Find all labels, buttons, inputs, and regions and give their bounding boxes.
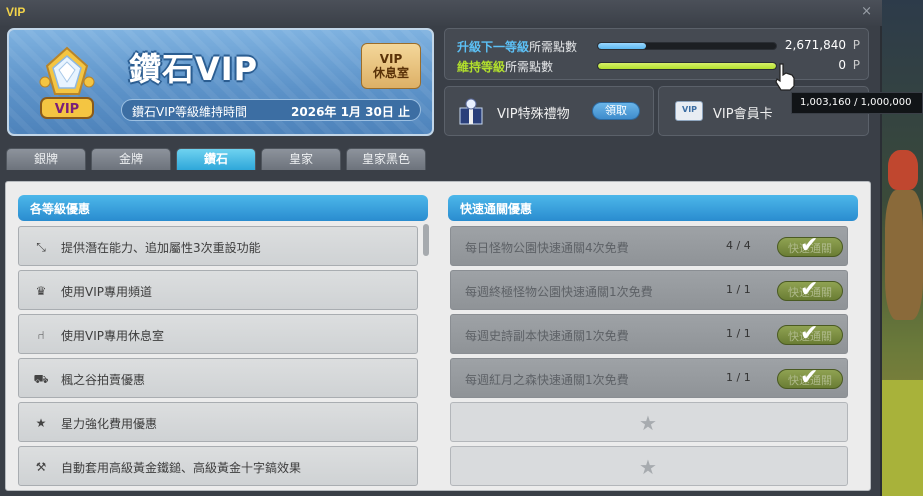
- points-tooltip: 1,003,160 / 1,000,000: [791, 92, 923, 114]
- fast-pass-item: 每日怪物公園快速通關4次免費 4 / 4 快速通關 ✔: [450, 226, 848, 266]
- maintain-points-row: 維持等級所需點數 0 P: [457, 58, 862, 74]
- upgrade-points-value: 2,671,840: [784, 38, 846, 52]
- crown-icon: ♛: [35, 284, 47, 298]
- tab-royal-black[interactable]: 皇家黑色: [346, 148, 426, 170]
- potential-reset-icon: ⤡: [36, 240, 46, 254]
- upgrade-label-highlight: 升級下一等級: [457, 40, 530, 54]
- fast-pass-text: 每週紅月之森快速通關1次免費: [465, 373, 629, 387]
- upgrade-label-rest: 所需點數: [529, 40, 578, 54]
- scrollbar-thumb[interactable]: [423, 224, 429, 256]
- fast-pass-item: 每週紅月之森快速通關1次免費 1 / 1 快速通關 ✔: [450, 358, 848, 398]
- benefit-text: 楓之谷拍賣優惠: [61, 373, 146, 387]
- vip-gift-panel: VIP特殊禮物 領取: [444, 86, 654, 136]
- upgrade-progress-bar: [597, 42, 777, 50]
- game-ground: [880, 380, 923, 496]
- fast-pass-count: 1 / 1: [726, 327, 751, 340]
- fast-pass-item: 每週終極怪物公園快速通關1次免費 1 / 1 快速通關 ✔: [450, 270, 848, 310]
- hammer-icon: ⚒: [35, 460, 47, 474]
- title-bar[interactable]: VIP ×: [0, 0, 882, 26]
- diamond-vip-emblem-icon: VIP: [39, 46, 95, 119]
- vip-banner: VIP 鑽石VIP VIP 休息室 鑽石VIP等級維持時間 2026年 1月 3…: [7, 28, 434, 136]
- star-placeholder-icon: ★: [639, 455, 657, 479]
- fast-pass-button[interactable]: 快速通關 ✔: [777, 233, 843, 258]
- membership-card-icon: VIP: [675, 101, 703, 121]
- benefit-text: 使用VIP專用頻道: [61, 285, 152, 299]
- check-icon: ✔: [800, 321, 819, 346]
- vip-window: VIP × VIP 鑽石VIP VIP 休息室 鑽石VIP等級維持時間 2026…: [0, 0, 882, 496]
- benefit-text: 自動套用高級黃金鐵鎚、高級黃金十字鎬效果: [61, 461, 302, 475]
- benefit-item: ⚒ 自動套用高級黃金鐵鎚、高級黃金十字鎬效果: [18, 446, 418, 486]
- tab-diamond[interactable]: 鑽石: [176, 148, 256, 170]
- benefits-scrollbar[interactable]: [423, 224, 429, 486]
- cart-icon: ⛟: [33, 372, 49, 386]
- card-icon-text: VIP: [682, 105, 698, 114]
- benefit-item: ⤡ 提供潛在能力、追加屬性3次重設功能: [18, 226, 418, 266]
- maintain-points-value: 0: [838, 58, 846, 72]
- game-character-body: [885, 190, 923, 320]
- fast-pass-text: 每日怪物公園快速通關4次免費: [465, 241, 629, 255]
- maintain-progress-fill: [598, 63, 776, 69]
- fast-pass-text: 每週史詩副本快速通關1次免費: [465, 329, 629, 343]
- benefit-text: 星力強化費用優惠: [61, 417, 158, 431]
- lounge-button-line1: VIP: [379, 52, 403, 66]
- upgrade-progress-fill: [598, 43, 647, 49]
- maintain-label-highlight: 維持等級: [457, 60, 506, 74]
- emblem-text: VIP: [55, 102, 79, 117]
- fast-pass-text: 每週終極怪物公園快速通關1次免費: [465, 285, 653, 299]
- game-background: [880, 0, 923, 496]
- points-panel: 升級下一等級所需點數 2,671,840 P 維持等級所需點數 0 P: [444, 28, 869, 80]
- benefit-item: ★ 星力強化費用優惠: [18, 402, 418, 442]
- benefits-header: 各等級優惠: [18, 195, 428, 221]
- upgrade-points-unit: P: [852, 38, 860, 52]
- fast-pass-button[interactable]: 快速通關 ✔: [777, 321, 843, 346]
- tab-gold[interactable]: 金牌: [91, 148, 171, 170]
- gift-label: VIP特殊禮物: [497, 107, 570, 122]
- fast-pass-item: 每週史詩副本快速通關1次免費 1 / 1 快速通關 ✔: [450, 314, 848, 354]
- lounge-button-line2: 休息室: [372, 66, 409, 80]
- check-icon: ✔: [800, 277, 819, 302]
- benefit-text: 使用VIP專用休息室: [61, 329, 164, 343]
- empty-pass-slot: ★: [450, 402, 848, 442]
- tab-royal[interactable]: 皇家: [261, 148, 341, 170]
- fast-pass-count: 1 / 1: [726, 283, 751, 296]
- empty-pass-slot: ★: [450, 446, 848, 486]
- game-character: [888, 150, 918, 190]
- duration-label: 鑽石VIP等級維持時間: [132, 105, 247, 119]
- vip-duration-bar: 鑽石VIP等級維持時間 2026年 1月 30日 止: [121, 99, 421, 121]
- star-placeholder-icon: ★: [639, 411, 657, 435]
- maintain-label-rest: 所需點數: [505, 60, 554, 74]
- maintain-points-unit: P: [852, 58, 860, 72]
- claim-gift-button[interactable]: 領取: [592, 102, 640, 120]
- benefit-text: 提供潛在能力、追加屬性3次重設功能: [61, 241, 261, 255]
- maintain-progress-bar[interactable]: [597, 62, 777, 70]
- gift-icon: [459, 98, 483, 125]
- fast-pass-button[interactable]: 快速通關 ✔: [777, 277, 843, 302]
- chair-icon: ⑁: [37, 328, 45, 342]
- close-icon[interactable]: ×: [861, 4, 872, 19]
- upgrade-points-row: 升級下一等級所需點數 2,671,840 P: [457, 38, 862, 54]
- fast-pass-button[interactable]: 快速通關 ✔: [777, 365, 843, 390]
- vip-tier-title: 鑽石VIP: [129, 50, 259, 88]
- check-icon: ✔: [800, 233, 819, 258]
- window-title: VIP: [6, 5, 26, 19]
- vip-lounge-button[interactable]: VIP 休息室: [361, 43, 421, 89]
- hand-cursor-icon: [775, 63, 795, 91]
- card-label: VIP會員卡: [713, 107, 773, 122]
- duration-date: 2026年 1月 30日 止: [291, 105, 410, 119]
- benefit-item: ⛟ 楓之谷拍賣優惠: [18, 358, 418, 398]
- benefit-item: ♛ 使用VIP專用頻道: [18, 270, 418, 310]
- fast-pass-count: 1 / 1: [726, 371, 751, 384]
- fast-pass-header: 快速通關優惠: [448, 195, 858, 221]
- tab-silver[interactable]: 銀牌: [6, 148, 86, 170]
- star-icon: ★: [35, 416, 47, 430]
- fast-pass-count: 4 / 4: [726, 239, 751, 252]
- check-icon: ✔: [800, 365, 819, 390]
- benefit-item: ⑁ 使用VIP專用休息室: [18, 314, 418, 354]
